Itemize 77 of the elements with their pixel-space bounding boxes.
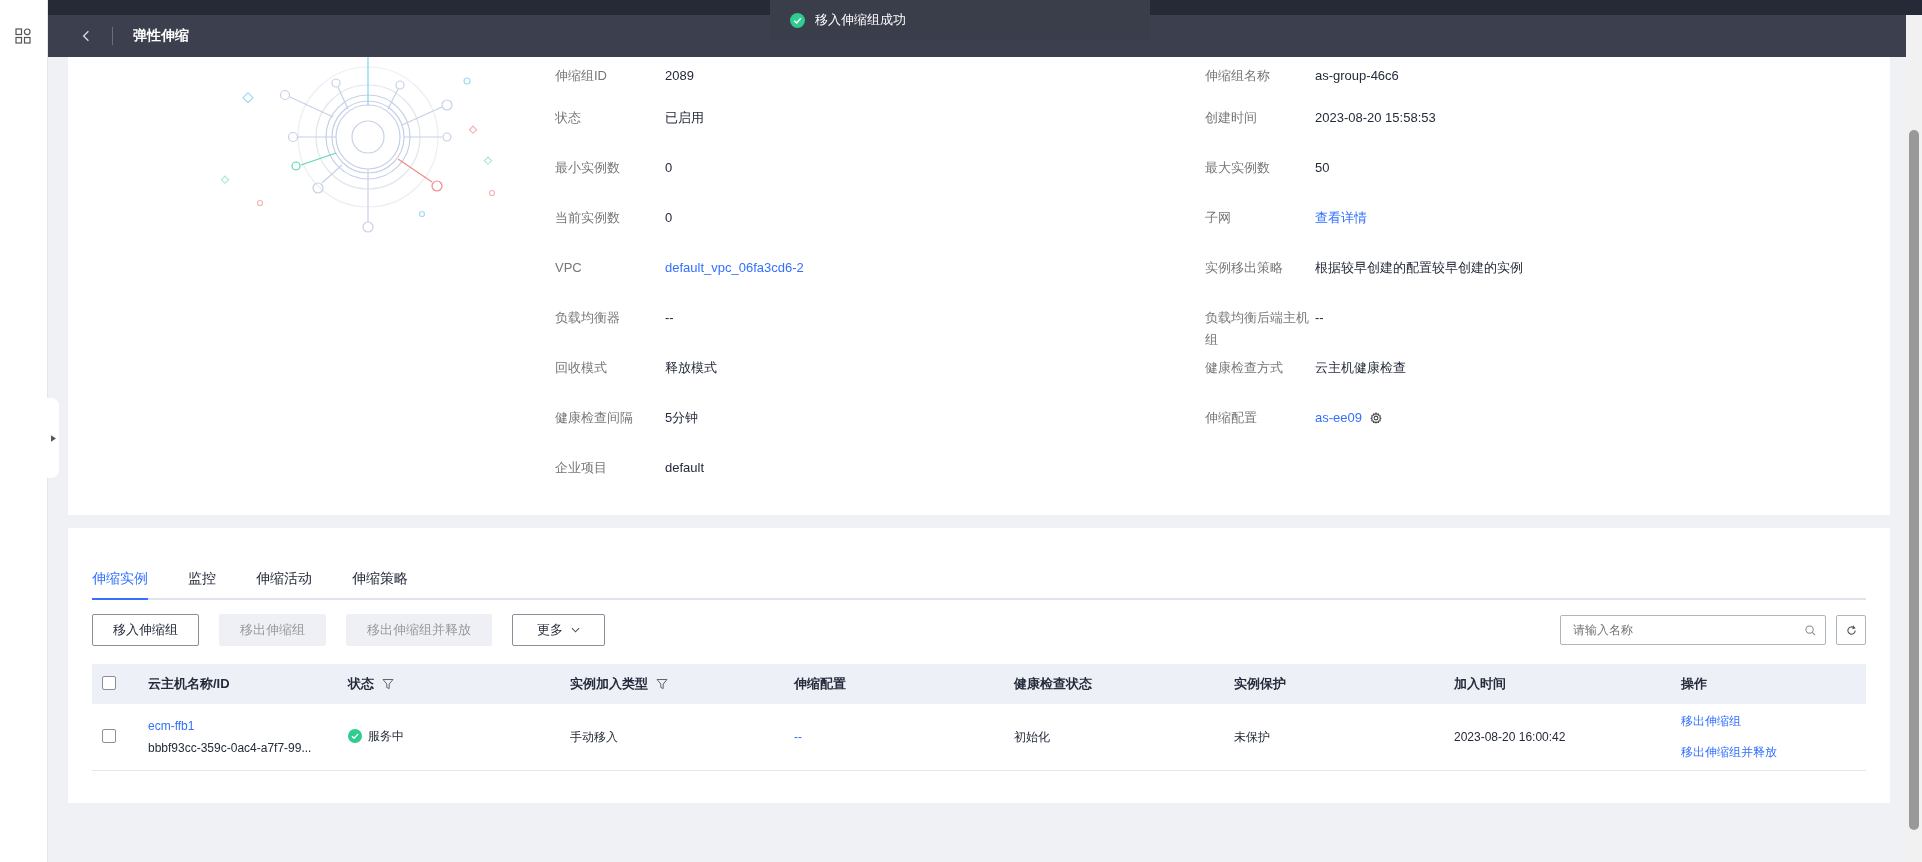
- field-label: 伸缩配置: [1205, 409, 1258, 427]
- scrollbar[interactable]: [1906, 15, 1922, 862]
- tab[interactable]: 伸缩策略: [352, 564, 408, 598]
- field-value: 2089: [665, 67, 694, 85]
- field-label: 健康检查方式: [1205, 359, 1284, 377]
- success-icon: [790, 12, 805, 28]
- action-link[interactable]: 移出伸缩组: [1681, 713, 1856, 730]
- column-header: 操作: [1671, 664, 1866, 704]
- field-label: 回收模式: [555, 359, 608, 377]
- field-value: 0: [665, 159, 673, 177]
- instance-link[interactable]: ecm-ffb1: [148, 719, 328, 733]
- field-label: 企业项目: [555, 459, 608, 477]
- field-value: as-group-46c6: [1315, 67, 1399, 85]
- table-cell: 2023-08-20 16:00:42: [1444, 704, 1671, 771]
- tab[interactable]: 伸缩活动: [256, 564, 312, 598]
- field-label: 健康检查间隔: [555, 409, 634, 427]
- field-value: --: [1315, 309, 1324, 327]
- search-field[interactable]: 请输入名称: [1560, 615, 1826, 645]
- column-header: 健康检查状态: [1004, 664, 1224, 704]
- table-cell: 初始化: [1004, 704, 1224, 771]
- filter-icon[interactable]: [656, 678, 668, 690]
- field-value: 释放模式: [665, 359, 717, 377]
- back-icon[interactable]: [82, 30, 90, 42]
- field-value: 云主机健康检查: [1315, 359, 1406, 377]
- column-header: 状态: [338, 664, 560, 704]
- column-header: 伸缩配置: [784, 664, 1004, 704]
- field-label: 伸缩组名称: [1205, 67, 1271, 85]
- field-value: 0: [665, 209, 673, 227]
- field-value: 2023-08-20 15:58:53: [1315, 109, 1436, 127]
- field-label: 状态: [555, 109, 582, 127]
- refresh-button[interactable]: [1836, 615, 1866, 645]
- filter-icon[interactable]: [382, 678, 394, 690]
- column-header: 实例保护: [1224, 664, 1444, 704]
- field-value: 50: [1315, 159, 1330, 177]
- refresh-icon: [1845, 624, 1857, 636]
- tab[interactable]: 监控: [188, 564, 216, 598]
- tab[interactable]: 伸缩实例: [92, 564, 148, 600]
- column-header: 云主机名称/ID: [138, 664, 338, 704]
- toolbar-button[interactable]: 移入伸缩组: [92, 614, 199, 646]
- field-label: 最小实例数: [555, 159, 621, 177]
- caret-icon: [50, 434, 56, 442]
- status-text: 服务中: [368, 727, 404, 745]
- field-value: 根据较早创建的配置较早创建的实例: [1315, 259, 1523, 277]
- field-label: 负载均衡器: [555, 309, 621, 327]
- field-value: 已启用: [665, 109, 704, 127]
- row-checkbox[interactable]: [102, 728, 116, 743]
- toast-message: 移入伸缩组成功: [815, 11, 906, 29]
- table-cell: 手动移入: [560, 704, 784, 771]
- field-value: 5分钟: [665, 409, 699, 427]
- column-header: 加入时间: [1444, 664, 1671, 704]
- instance-id: bbbf93cc-359c-0ac4-a7f7-99...: [148, 741, 313, 755]
- chevron-down-icon: [571, 627, 580, 633]
- field-value: default: [665, 459, 705, 477]
- field-link[interactable]: default_vpc_06fa3cd6-2: [665, 257, 804, 279]
- select-all-checkbox[interactable]: [102, 675, 116, 690]
- table-cell: 未保护: [1224, 704, 1444, 771]
- field-link[interactable]: 查看详情: [1315, 207, 1367, 229]
- search-icon[interactable]: [1805, 625, 1816, 636]
- config-link[interactable]: --: [794, 730, 802, 744]
- sidebar-expand-handle[interactable]: [47, 398, 59, 478]
- field-label: 子网: [1205, 209, 1232, 227]
- field-label: VPC: [555, 259, 583, 277]
- action-link[interactable]: 移出伸缩组并释放: [1681, 744, 1856, 761]
- field-label: 创建时间: [1205, 109, 1258, 127]
- field-label: 伸缩组ID: [555, 67, 608, 85]
- field-link[interactable]: as-ee09: [1315, 407, 1362, 429]
- more-dropdown[interactable]: 更多: [512, 614, 605, 646]
- field-label: 负载均衡后端主机组: [1205, 309, 1310, 349]
- column-header: 实例加入类型: [560, 664, 784, 704]
- field-label: 最大实例数: [1205, 159, 1271, 177]
- page-title: 弹性伸缩: [133, 27, 189, 45]
- success-icon: [348, 729, 362, 744]
- field-value: --: [665, 309, 674, 327]
- field-label: 实例移出策略: [1205, 259, 1284, 277]
- apps-icon[interactable]: [15, 28, 31, 44]
- field-label: 当前实例数: [555, 209, 621, 227]
- settings-icon[interactable]: [1370, 412, 1382, 424]
